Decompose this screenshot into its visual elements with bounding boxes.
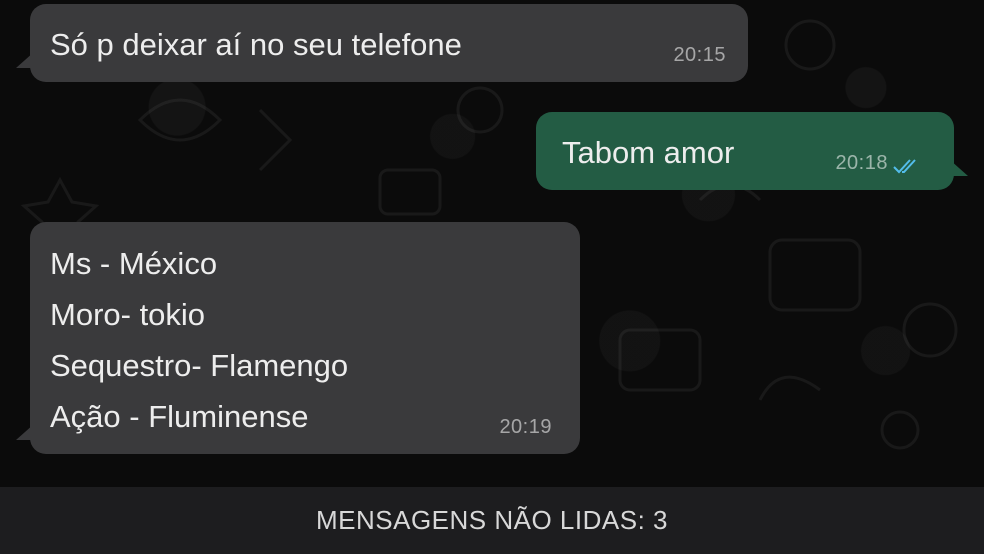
message-line: Sequestro- Flamengo bbox=[50, 348, 349, 383]
chat-area[interactable]: Só p deixar aí no seu telefone 20:15 Tab… bbox=[0, 0, 984, 487]
unread-messages-banner: MENSAGENS NÃO LIDAS: 3 bbox=[0, 487, 984, 554]
message-time: 20:18 bbox=[835, 152, 888, 174]
message-bubble-outgoing[interactable]: Tabom amor 20:18 bbox=[536, 112, 968, 190]
message-time: 20:15 bbox=[673, 44, 726, 66]
bubble-tail bbox=[16, 424, 34, 440]
message-line: Ms - México bbox=[50, 246, 218, 281]
message-bubble-incoming[interactable]: Só p deixar aí no seu telefone 20:15 bbox=[16, 4, 748, 82]
bubble-tail bbox=[16, 52, 34, 68]
message-line: Moro- tokio bbox=[50, 297, 206, 332]
message-line: Ação - Fluminense bbox=[50, 399, 309, 434]
message-time: 20:19 bbox=[499, 416, 552, 438]
message-text: Tabom amor bbox=[562, 135, 735, 170]
double-check-icon bbox=[893, 159, 916, 174]
message-bubble-incoming[interactable]: Ms - México Moro- tokio Sequestro- Flame… bbox=[16, 222, 580, 454]
bubble-tail bbox=[950, 160, 968, 176]
message-text: Ms - México Moro- tokio Sequestro- Flame… bbox=[50, 238, 348, 442]
message-text: Só p deixar aí no seu telefone bbox=[50, 27, 462, 62]
unread-messages-label: MENSAGENS NÃO LIDAS: 3 bbox=[316, 505, 668, 535]
